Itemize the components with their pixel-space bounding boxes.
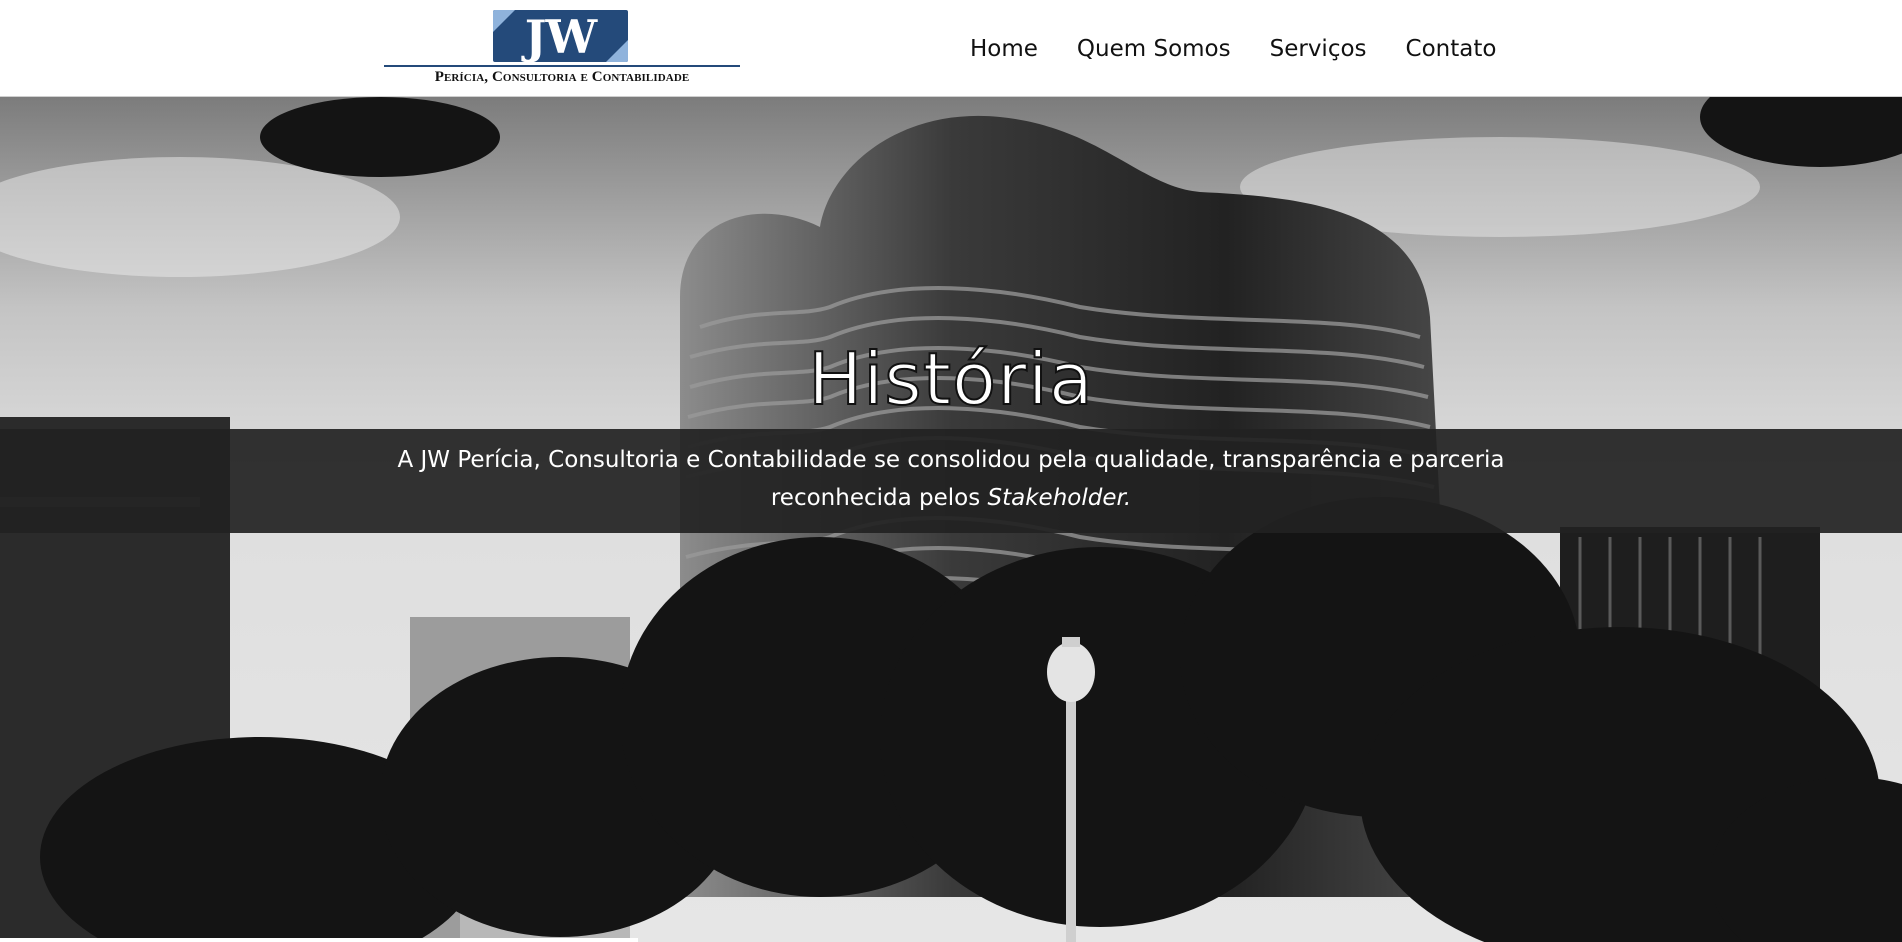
hero-description-emphasis: Stakeholder.: [987, 485, 1132, 511]
company-logo[interactable]: JW Perícia, Consultoria e Contabilidade: [382, 10, 742, 86]
logo-subtitle: Perícia, Consultoria e Contabilidade: [434, 69, 690, 85]
nav-contato[interactable]: Contato: [1406, 36, 1497, 76]
hero-description-text: A JW Perícia, Consultoria e Contabilidad…: [397, 447, 1505, 511]
main-nav: Home Quem Somos Serviços Contato: [970, 36, 1496, 76]
hero-caption-band: A JW Perícia, Consultoria e Contabilidad…: [0, 429, 1902, 533]
nav-servicos[interactable]: Serviços: [1270, 36, 1367, 76]
hero-title: História: [807, 336, 1094, 422]
nav-quem-somos[interactable]: Quem Somos: [1077, 36, 1231, 76]
logo-divider: [384, 65, 740, 67]
bottom-edge-strip: [0, 938, 638, 942]
hero-description: A JW Perícia, Consultoria e Contabilidad…: [340, 441, 1562, 517]
hero-section: História A JW Perícia, Consultoria e Con…: [0, 97, 1902, 942]
nav-home[interactable]: Home: [970, 36, 1038, 76]
logo-badge: JW: [493, 10, 628, 62]
logo-mark: JW: [524, 10, 597, 62]
site-header: JW Perícia, Consultoria e Contabilidade …: [0, 0, 1902, 97]
